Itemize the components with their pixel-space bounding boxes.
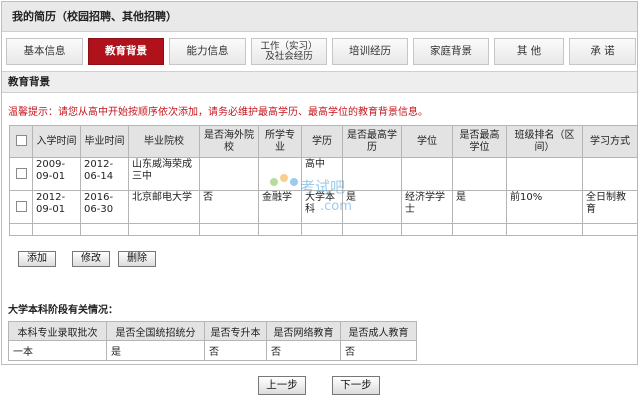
table-cell: 2016-06-30 [80, 190, 129, 224]
table-row-empty [9, 223, 638, 236]
table-row[interactable]: 2012-09-01 2016-06-30 北京邮电大学 否 金融学 大学本科 … [9, 190, 638, 224]
column-header: 是否海外院校 [199, 125, 259, 158]
add-button[interactable]: 添加 [18, 251, 56, 267]
tab-family[interactable]: 家庭背景 [413, 38, 489, 65]
column-header: 学历 [301, 125, 343, 158]
table-cell: 山东威海荣成三中 [128, 157, 200, 191]
table-cell: 否 [266, 340, 341, 361]
table-cell [342, 157, 402, 191]
table-cell [401, 157, 453, 191]
table-cell: 是 [452, 190, 507, 224]
table-header-row: 入学时间 毕业时间 毕业院校 是否海外院校 所学专业 学历 是否最高学历 学位 … [9, 125, 638, 158]
column-header: 班级排名（区间） [506, 125, 583, 158]
section-title: 教育背景 [2, 71, 637, 93]
prev-step-button[interactable]: 上一步 [258, 376, 306, 395]
table-cell: 高中 [301, 157, 343, 191]
next-step-button[interactable]: 下一步 [332, 376, 380, 395]
table-cell: 是 [106, 340, 205, 361]
undergrad-heading: 大学本科阶段有关情况： [8, 305, 118, 316]
table-cell: 全日制教育 [582, 190, 638, 224]
tab-commitment[interactable]: 承 诺 [569, 38, 636, 65]
undergrad-table: 本科专业录取批次 是否全国统招统分 是否专升本 是否网络教育 是否成人教育 一本… [8, 321, 417, 361]
column-header: 入学时间 [32, 125, 81, 158]
select-all-checkbox[interactable] [9, 125, 33, 158]
edit-button[interactable]: 修改 [72, 251, 110, 267]
table-header-row: 本科专业录取批次 是否全国统招统分 是否专升本 是否网络教育 是否成人教育 [8, 321, 417, 341]
table-cell: 前10% [506, 190, 583, 224]
tab-basic-info[interactable]: 基本信息 [6, 38, 83, 65]
column-header: 学习方式 [582, 125, 638, 158]
tab-work-experience[interactable]: 工作（实习） 及社会经历 [251, 38, 327, 65]
education-table: 入学时间 毕业时间 毕业院校 是否海外院校 所学专业 学历 是否最高学历 学位 … [9, 125, 638, 236]
column-header: 毕业时间 [80, 125, 129, 158]
tip-message: 温馨提示：请您从高中开始按顺序依次添加，请务必维护最高学历、最高学位的教育背景信… [8, 107, 428, 118]
table-cell [199, 157, 259, 191]
table-cell: 2012-09-01 [32, 190, 81, 224]
resume-tabs: 基本信息 教育背景 能力信息 工作（实习） 及社会经历 培训经历 家庭背景 其 … [6, 38, 636, 65]
table-cell: 北京邮电大学 [128, 190, 200, 224]
column-header: 是否最高学历 [342, 125, 402, 158]
page-title: 我的简历（校园招聘、其他招聘） [2, 2, 637, 32]
row-checkbox[interactable] [9, 190, 33, 224]
table-cell: 经济学学士 [401, 190, 453, 224]
table-cell: 否 [340, 340, 417, 361]
tab-other[interactable]: 其 他 [494, 38, 564, 65]
tab-education[interactable]: 教育背景 [88, 38, 164, 65]
table-row: 一本 是 否 否 否 [8, 340, 417, 361]
column-header: 所学专业 [258, 125, 302, 158]
table-cell: 否 [204, 340, 267, 361]
column-header: 毕业院校 [128, 125, 200, 158]
table-cell [582, 157, 638, 191]
table-cell: 是 [342, 190, 402, 224]
table-cell [506, 157, 583, 191]
row-checkbox[interactable] [9, 157, 33, 191]
table-cell: 2009-09-01 [32, 157, 81, 191]
tab-training[interactable]: 培训经历 [332, 38, 408, 65]
column-header: 是否成人教育 [340, 321, 417, 341]
column-header: 是否最高学位 [452, 125, 507, 158]
table-cell: 大学本科 [301, 190, 343, 224]
table-cell: 2012-06-14 [80, 157, 129, 191]
resume-panel: 我的简历（校园招聘、其他招聘） 基本信息 教育背景 能力信息 工作（实习） 及社… [1, 1, 638, 365]
delete-button[interactable]: 删除 [118, 251, 156, 267]
table-row[interactable]: 2009-09-01 2012-06-14 山东威海荣成三中 高中 [9, 157, 638, 191]
column-header: 是否网络教育 [266, 321, 341, 341]
column-header: 学位 [401, 125, 453, 158]
column-header: 是否全国统招统分 [106, 321, 205, 341]
column-header: 是否专升本 [204, 321, 267, 341]
column-header: 本科专业录取批次 [8, 321, 107, 341]
tab-ability[interactable]: 能力信息 [169, 38, 246, 65]
table-cell [452, 157, 507, 191]
table-cell [258, 157, 302, 191]
table-cell: 一本 [8, 340, 107, 361]
table-cell: 否 [199, 190, 259, 224]
table-cell: 金融学 [258, 190, 302, 224]
